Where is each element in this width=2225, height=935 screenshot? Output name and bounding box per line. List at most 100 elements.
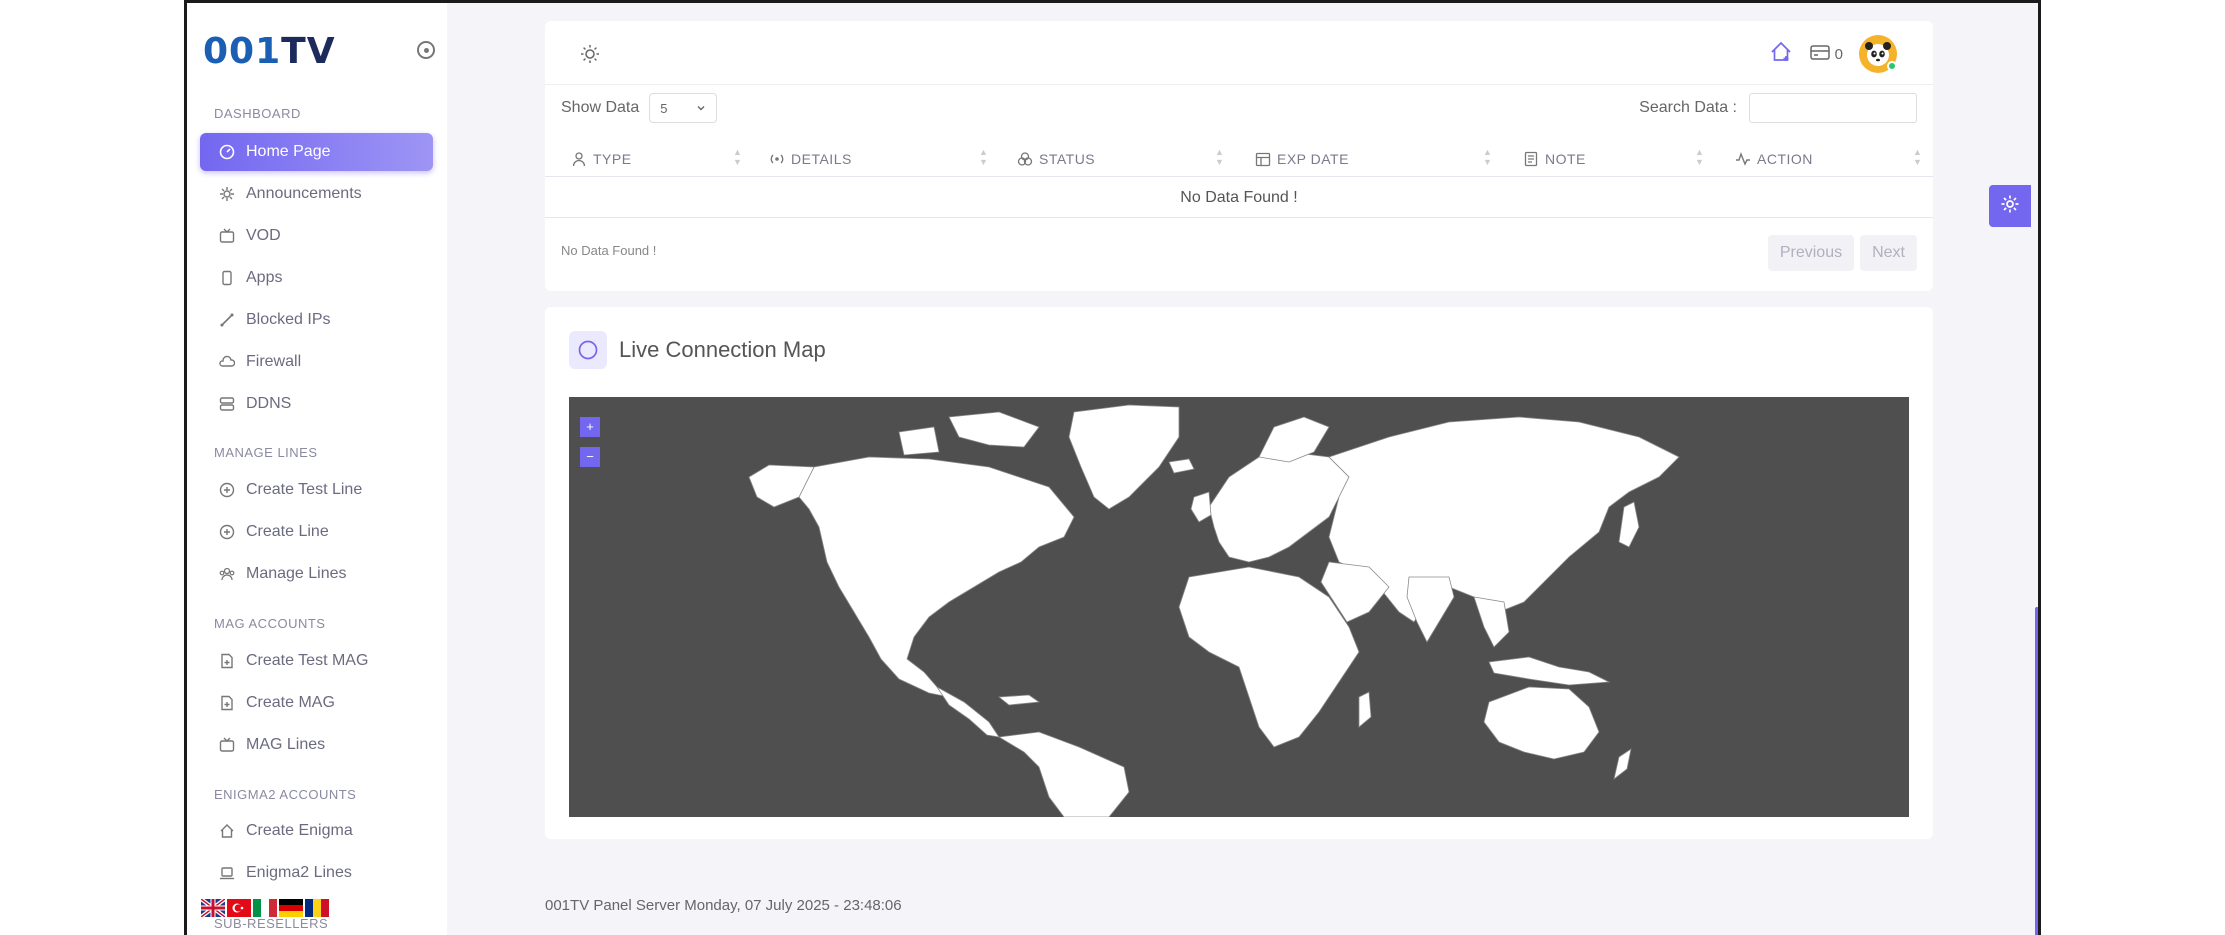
sort-icon[interactable]: ▲ ▼: [1695, 147, 1704, 167]
sidebar-item-create-mag[interactable]: Create MAG: [200, 684, 433, 722]
sidebar-item-announcements[interactable]: Announcements: [200, 175, 433, 213]
flag-de-icon[interactable]: [279, 899, 303, 917]
sidebar-item-firewall[interactable]: Firewall: [200, 343, 433, 381]
brand-logo[interactable]: 001TV: [203, 31, 336, 72]
new-zealand-shape: [1613, 748, 1632, 780]
phone-icon: [218, 269, 236, 287]
sidebar-toggle-icon[interactable]: [417, 41, 435, 59]
column-label: DETAILS: [791, 151, 852, 167]
sidebar-item-enigma2-lines[interactable]: Enigma2 Lines: [200, 854, 433, 892]
announcement-icon: [218, 185, 236, 203]
flag-tr-icon[interactable]: [227, 899, 251, 917]
scandinavia-shape: [1258, 416, 1330, 463]
sidebar-item-apps[interactable]: Apps: [200, 259, 433, 297]
laptop-icon: [218, 864, 236, 882]
home-icon[interactable]: [1769, 40, 1793, 69]
next-button[interactable]: Next: [1860, 235, 1917, 271]
sidebar-item-label: Apps: [246, 269, 283, 286]
uk-shape: [1190, 491, 1212, 523]
column-label: ACTION: [1757, 151, 1813, 167]
sidebar-item-home-page[interactable]: Home Page: [200, 133, 433, 171]
column-header-action[interactable]: ACTION: [1735, 151, 1813, 167]
map-title: Live Connection Map: [569, 331, 826, 369]
blocked-icon: [218, 311, 236, 329]
wallet-widget[interactable]: 0: [1809, 41, 1843, 68]
column-header-note[interactable]: NOTE: [1523, 151, 1586, 167]
column-header-status[interactable]: STATUS: [1017, 151, 1095, 167]
user-icon: [571, 151, 587, 167]
chevron-down-icon: [696, 101, 706, 116]
tv-icon: [218, 736, 236, 754]
sort-icon[interactable]: ▲ ▼: [1483, 147, 1492, 167]
map-zoom-out-button[interactable]: −: [580, 447, 600, 467]
map-title-text: Live Connection Map: [619, 337, 826, 362]
south-america-shape: [997, 731, 1130, 817]
iceland-shape: [1168, 458, 1195, 474]
map-zoom-in-button[interactable]: +: [580, 417, 600, 437]
sidebar-item-manage-lines[interactable]: Manage Lines: [200, 555, 433, 593]
app-window: 001TV DASHBOARD Home Page Announcements …: [184, 0, 2041, 935]
home-plus-icon: [218, 822, 236, 840]
activity-icon: [1735, 151, 1751, 167]
column-header-details[interactable]: DETAILS: [769, 151, 852, 167]
sidebar-item-label: Create Line: [246, 523, 329, 540]
arctic-islands-shape: [898, 426, 940, 456]
search-control: Search Data :: [1639, 93, 1917, 123]
sidebar-item-create-enigma[interactable]: Create Enigma: [200, 812, 433, 850]
sidebar-item-label: DDNS: [246, 395, 292, 412]
india-shape: [1406, 576, 1455, 643]
sort-icon[interactable]: ▲ ▼: [1913, 147, 1922, 167]
sidebar-item-label: Create MAG: [246, 694, 335, 711]
user-avatar[interactable]: [1859, 35, 1897, 73]
north-america-shape: [798, 456, 1075, 698]
sidebar-item-label: Home Page: [246, 143, 331, 160]
madagascar-shape: [1358, 691, 1372, 728]
table-empty-row: No Data Found !: [545, 178, 1933, 218]
nav-section-sub-resellers: SUB-RESELLERS: [214, 916, 329, 931]
world-map-svg: [748, 404, 1680, 817]
sort-icon[interactable]: ▲ ▼: [979, 147, 988, 167]
show-data-label: Show Data: [561, 99, 640, 116]
page-scrollbar[interactable]: [2035, 607, 2038, 935]
sort-icon[interactable]: ▲ ▼: [733, 147, 742, 167]
indonesia-shape: [1488, 656, 1611, 686]
nav-section-manage-lines: MANAGE LINES: [214, 445, 318, 460]
column-header-exp-date[interactable]: EXP DATE: [1255, 151, 1349, 167]
theme-toggle-sun-icon[interactable]: [579, 43, 601, 65]
page-size-select[interactable]: 5: [649, 93, 718, 123]
nav-section-dashboard: DASHBOARD: [214, 106, 301, 121]
sidebar-item-blocked-ips[interactable]: Blocked IPs: [200, 301, 433, 339]
pagination: Previous Next: [1767, 235, 1917, 271]
sidebar-item-create-line[interactable]: Create Line: [200, 513, 433, 551]
sidebar-item-create-test-mag[interactable]: Create Test MAG: [200, 642, 433, 680]
wallet-count: 0: [1834, 45, 1843, 63]
sidebar-item-label: Create Test MAG: [246, 652, 369, 669]
search-label: Search Data :: [1639, 99, 1737, 116]
page-size-value: 5: [660, 100, 668, 116]
settings-customizer-button[interactable]: [1989, 185, 2031, 227]
plus-circle-icon: [218, 481, 236, 499]
flag-uk-icon[interactable]: [199, 897, 227, 919]
search-input[interactable]: [1749, 93, 1917, 123]
column-label: TYPE: [593, 151, 632, 167]
sidebar-item-ddns[interactable]: DDNS: [200, 385, 433, 423]
sidebar-item-create-test-line[interactable]: Create Test Line: [200, 471, 433, 509]
sidebar-item-vod[interactable]: VOD: [200, 217, 433, 255]
sidebar: 001TV DASHBOARD Home Page Announcements …: [187, 3, 447, 935]
status-icon: [1017, 151, 1033, 167]
sidebar-item-label: Enigma2 Lines: [246, 864, 352, 881]
navbar-actions: 0: [1769, 35, 1897, 73]
circle-icon: [569, 331, 607, 369]
nav-section-enigma2-accounts: ENIGMA2 ACCOUNTS: [214, 787, 357, 802]
sidebar-item-mag-lines[interactable]: MAG Lines: [200, 726, 433, 764]
flag-ro-icon[interactable]: [305, 899, 329, 917]
page-size-control: Show Data 5: [561, 93, 718, 123]
live-connection-map-card: Live Connection Map + −: [545, 307, 1933, 839]
previous-button[interactable]: Previous: [1767, 235, 1855, 271]
sidebar-item-label: Announcements: [246, 185, 362, 202]
column-header-type[interactable]: TYPE: [571, 151, 632, 167]
world-map[interactable]: + −: [569, 397, 1909, 817]
plus-circle-icon: [218, 523, 236, 541]
flag-it-icon[interactable]: [253, 899, 277, 917]
sort-icon[interactable]: ▲ ▼: [1215, 147, 1224, 167]
